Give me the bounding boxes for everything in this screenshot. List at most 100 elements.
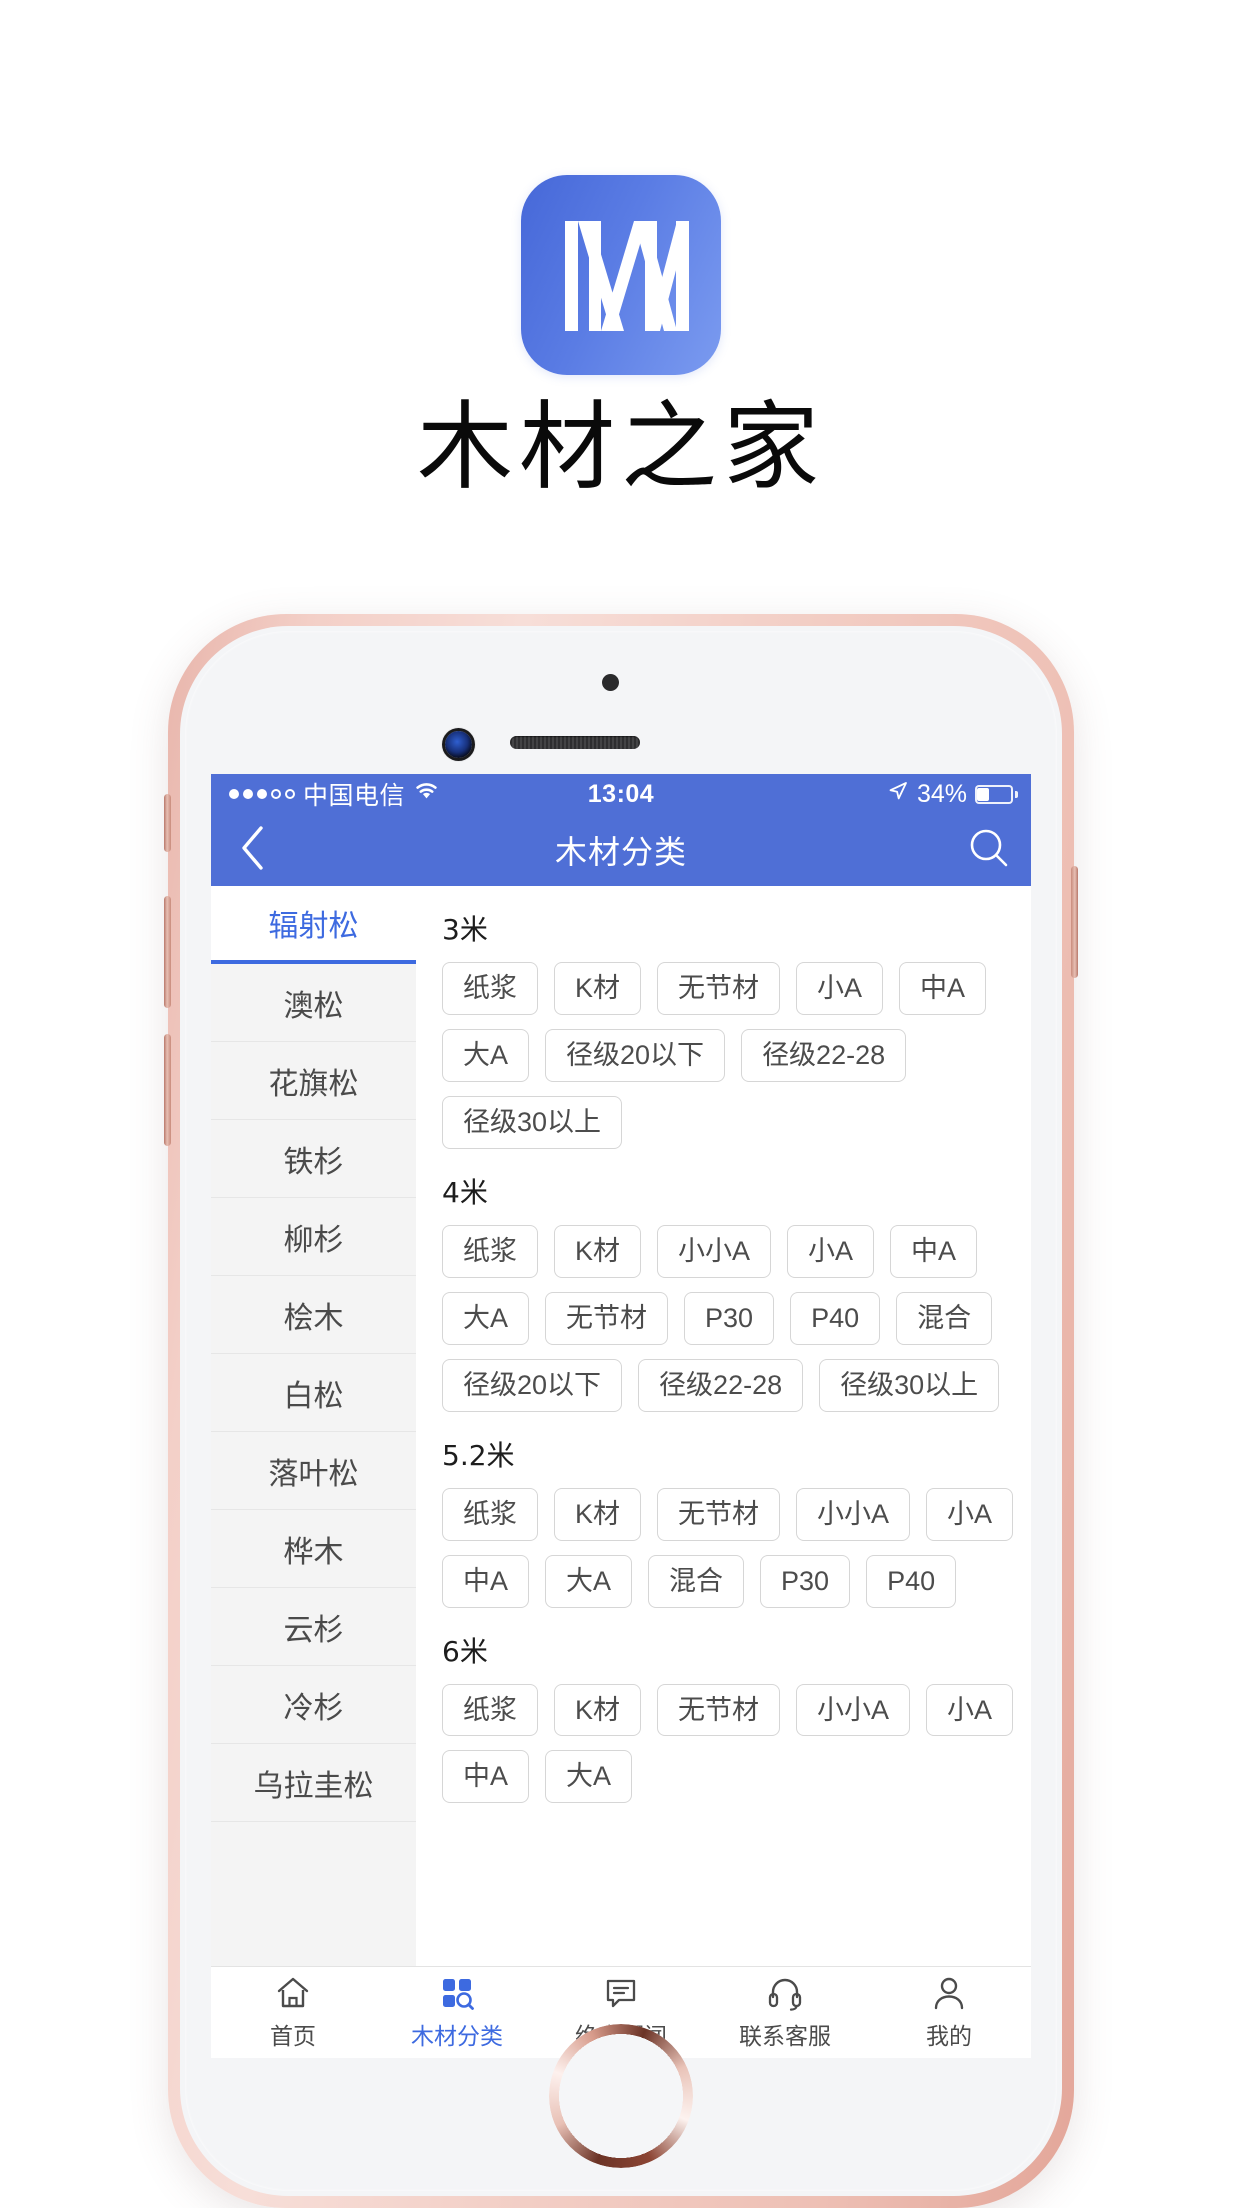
sidebar-item-label: 乌拉圭松 <box>253 1769 374 1803</box>
spec-tag[interactable]: 中A <box>899 962 987 1015</box>
mute-switch[interactable] <box>164 794 171 852</box>
sidebar-item-label: 白松 <box>283 1379 344 1413</box>
sidebar-item-0[interactable]: 辐射松 <box>211 886 416 964</box>
tag-group: 纸浆 K材 无节材 小小A 小A 中A 大A <box>442 1683 1031 1804</box>
tag-group: 纸浆 K材 小小A 小A 中A 大A 无节材 P30 P40 混合径级20以下 径级22-28 径级3… <box>442 1224 1031 1412</box>
spec-tag[interactable]: P30 <box>760 1554 851 1608</box>
volume-down-button[interactable] <box>164 1034 171 1146</box>
section-title: 6米 <box>442 1634 488 1668</box>
sidebar-item-8[interactable]: 桦木 <box>211 1510 416 1588</box>
spec-tag[interactable]: 混合 <box>896 1291 993 1345</box>
sidebar-item-4[interactable]: 柳杉 <box>211 1198 416 1276</box>
spec-tag[interactable]: 大A <box>442 1028 530 1082</box>
tab-4[interactable]: 我的 <box>867 1967 1031 2058</box>
sidebar-item-1[interactable]: 澳松 <box>211 964 416 1042</box>
spec-tag[interactable]: 无节材 <box>657 1487 781 1541</box>
search-button[interactable] <box>947 826 1031 875</box>
spec-tag[interactable]: 径级30以上 <box>819 1358 1000 1412</box>
spec-panel: 3米 纸浆 K材 无节材 小A 中A 大A 径级20以下 径级22-28 径级30以上 4米 纸浆 K材… <box>416 886 1031 2058</box>
sidebar-item-11[interactable]: 乌拉圭松 <box>211 1744 416 1822</box>
spec-tag[interactable]: K材 <box>554 962 642 1015</box>
signal-strength-icon <box>229 789 295 799</box>
power-button[interactable] <box>1071 866 1078 978</box>
spec-tag[interactable]: K材 <box>554 1224 642 1278</box>
spec-tag[interactable]: 无节材 <box>657 962 781 1015</box>
section-title: 4米 <box>442 1175 488 1209</box>
page-title: 木材分类 <box>554 834 687 870</box>
tab-label: 首页 <box>270 2023 316 2049</box>
tab-1[interactable]: 木材分类 <box>375 1967 539 2058</box>
spec-tag[interactable]: 径级22-28 <box>741 1028 907 1082</box>
spec-tag[interactable]: 大A <box>442 1291 530 1345</box>
section-title: 3米 <box>442 913 488 946</box>
tab-label: 木材分类 <box>411 2023 503 2049</box>
spec-tag[interactable]: 中A <box>442 1554 530 1608</box>
home-icon <box>274 1974 312 2012</box>
spec-tag[interactable]: 径级20以下 <box>442 1358 623 1412</box>
grid-search-icon <box>438 1974 476 2012</box>
section-title: 5.2米 <box>442 1438 515 1472</box>
tab-3[interactable]: 联系客服 <box>703 1967 867 2058</box>
sidebar-item-2[interactable]: 花旗松 <box>211 1042 416 1120</box>
phone-mockup: 中国电信 13:04 34% 木材分类 辐射松 澳松 花旗松 铁杉 柳杉 桧木 … <box>164 614 1078 2208</box>
sidebar-item-10[interactable]: 冷杉 <box>211 1666 416 1744</box>
battery-percent-label: 34% <box>916 779 967 808</box>
spec-tag[interactable]: 小小A <box>796 1683 911 1737</box>
spec-tag[interactable]: 径级22-28 <box>638 1358 804 1412</box>
category-sidebar[interactable]: 辐射松澳松花旗松铁杉柳杉 桧木白松落叶松桦木云杉 冷杉乌拉圭松 <box>211 886 416 2058</box>
spec-tag[interactable]: 中A <box>442 1750 530 1804</box>
spec-tag[interactable]: 小A <box>926 1487 1014 1541</box>
spec-tag[interactable]: 径级30以上 <box>442 1095 623 1149</box>
sidebar-item-7[interactable]: 落叶松 <box>211 1432 416 1510</box>
sidebar-item-label: 铁杉 <box>283 1145 344 1179</box>
back-button[interactable] <box>211 825 295 876</box>
spec-tag[interactable]: P40 <box>790 1291 881 1345</box>
sidebar-item-5[interactable]: 桧木 <box>211 1276 416 1354</box>
volume-up-button[interactable] <box>164 896 171 1008</box>
spec-tag[interactable]: 径级20以下 <box>545 1028 726 1082</box>
spec-tag[interactable]: P40 <box>866 1554 957 1608</box>
app-logo <box>521 175 721 375</box>
carrier-label: 中国电信 <box>303 782 406 810</box>
spec-tag[interactable]: 中A <box>890 1224 978 1278</box>
spec-tag[interactable]: 小A <box>787 1224 875 1278</box>
spec-tag[interactable]: 纸浆 <box>442 962 538 1015</box>
search-icon <box>967 826 1011 875</box>
spec-tag[interactable]: 小A <box>796 962 884 1015</box>
sidebar-item-label: 澳松 <box>283 989 344 1023</box>
tab-label: 我的 <box>926 2023 972 2049</box>
status-bar-right: 34% <box>887 779 1018 809</box>
sidebar-item-label: 桦木 <box>283 1535 344 1569</box>
tab-0[interactable]: 首页 <box>211 1967 375 2058</box>
home-button[interactable] <box>549 2024 693 2168</box>
spec-tag[interactable]: 小小A <box>657 1224 772 1278</box>
status-bar: 中国电信 13:04 34% <box>211 774 1031 814</box>
spec-tag[interactable]: 大A <box>545 1750 633 1804</box>
main-content: 辐射松 澳松 花旗松 铁杉 柳杉 桧木 白松 落叶松 桦木 云杉 冷杉 乌拉圭松 3米 纸浆 K材 无节材小… <box>211 886 1031 2058</box>
spec-tag[interactable]: K材 <box>554 1487 642 1541</box>
spec-tag[interactable]: K材 <box>554 1683 642 1737</box>
spec-tag[interactable]: 小小A <box>796 1487 911 1541</box>
spec-tag[interactable]: 纸浆 <box>442 1683 538 1737</box>
spec-tag[interactable]: 纸浆 <box>442 1487 538 1541</box>
spec-tag[interactable]: 大A <box>545 1554 633 1608</box>
tag-group: 纸浆 K材 无节材 小小A 小A 中A 大A 混合 P30 P40 <box>442 1487 1031 1608</box>
spec-tag[interactable]: 无节材 <box>657 1683 781 1737</box>
home-button-ring <box>549 2024 693 2168</box>
sidebar-item-3[interactable]: 铁杉 <box>211 1120 416 1198</box>
tab-label: 联系客服 <box>739 2023 831 2049</box>
spec-tag[interactable]: 混合 <box>648 1554 745 1608</box>
sidebar-item-6[interactable]: 白松 <box>211 1354 416 1432</box>
spec-tag[interactable]: 无节材 <box>545 1291 669 1345</box>
tag-group: 纸浆 K材 无节材 小A 中A 大A 径级20以下 径级22-28 径级30以上 <box>442 962 1031 1149</box>
wifi-icon <box>413 780 440 808</box>
spec-tag[interactable]: P30 <box>684 1291 775 1345</box>
app-title: 木材之家 <box>417 391 825 503</box>
person-icon <box>930 1974 968 2012</box>
sidebar-item-9[interactable]: 云杉 <box>211 1588 416 1666</box>
headset-icon <box>766 1974 804 2012</box>
spec-tag[interactable]: 纸浆 <box>442 1224 538 1278</box>
message-icon <box>602 1974 640 2012</box>
spec-tag[interactable]: 小A <box>926 1683 1014 1737</box>
sidebar-item-label: 落叶松 <box>268 1457 359 1491</box>
